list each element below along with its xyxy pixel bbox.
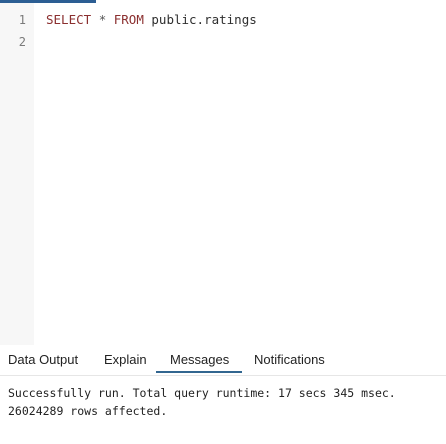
sql-keyword-select: SELECT: [46, 12, 92, 27]
tab-explain[interactable]: Explain: [104, 352, 147, 367]
sql-table-name: public.ratings: [151, 12, 257, 27]
tab-data-output[interactable]: Data Output: [8, 352, 78, 367]
tab-notifications[interactable]: Notifications: [254, 352, 325, 367]
message-line: Successfully run. Total query runtime: 1…: [8, 386, 396, 400]
results-tab-bar: Data Output Explain Messages Notificatio…: [0, 345, 446, 375]
sql-star: *: [98, 12, 107, 27]
sql-keyword-from: FROM: [113, 12, 144, 27]
line-number-gutter: 1 2: [0, 3, 34, 345]
query-tool: 1 2 SELECT * FROM public.ratings Data Ou…: [0, 0, 446, 444]
line-number: 1: [18, 13, 26, 27]
tab-messages[interactable]: Messages: [170, 352, 229, 367]
messages-panel: Successfully run. Total query runtime: 1…: [8, 384, 396, 420]
message-line: 26024289 rows affected.: [8, 404, 168, 418]
line-number: 2: [18, 35, 26, 49]
active-tab-underline: [156, 371, 242, 373]
sql-editor[interactable]: 1 2 SELECT * FROM public.ratings: [0, 3, 446, 345]
tab-divider: [0, 375, 446, 376]
code-line-1[interactable]: SELECT * FROM public.ratings: [46, 12, 257, 27]
